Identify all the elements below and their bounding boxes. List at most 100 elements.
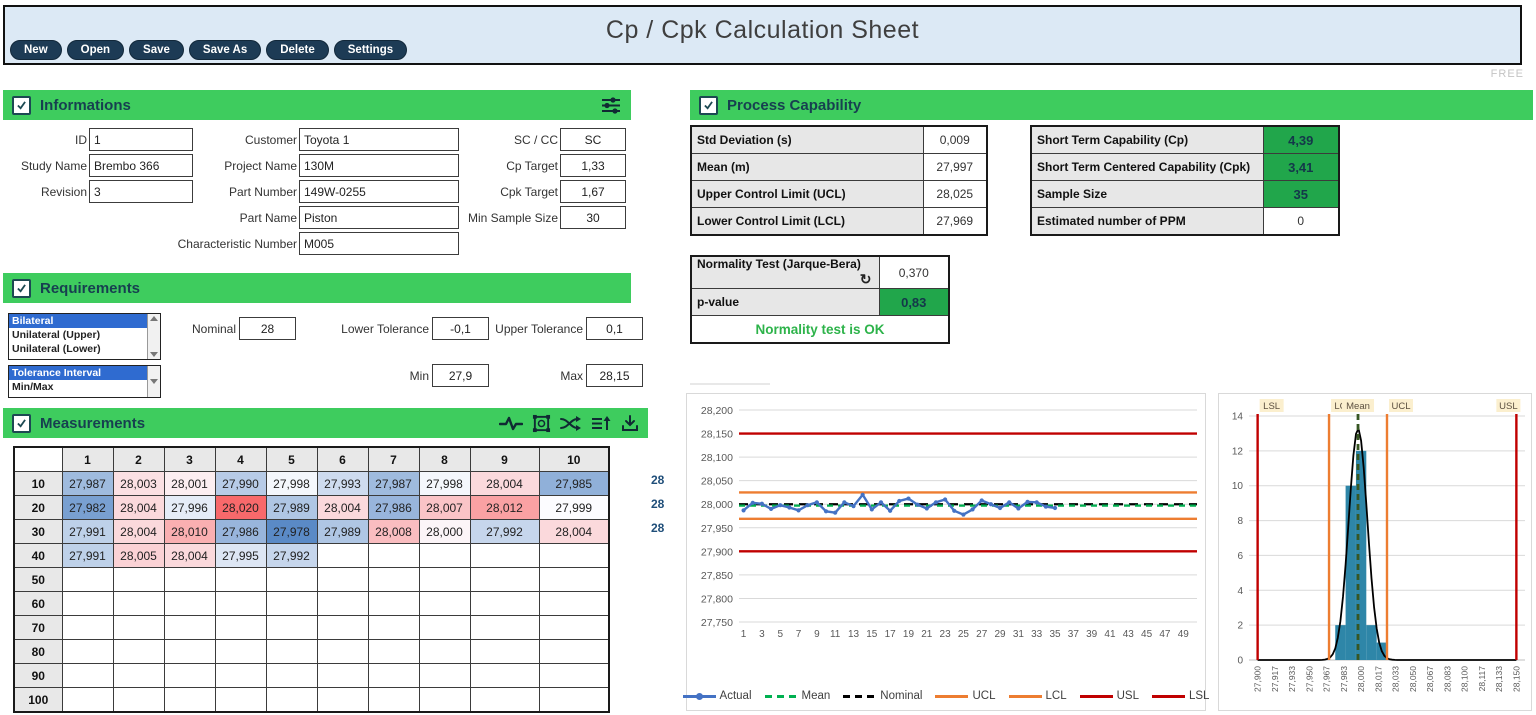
measurement-cell[interactable]: [368, 664, 419, 688]
measurement-cell[interactable]: [113, 664, 164, 688]
measurement-cell[interactable]: [215, 568, 266, 592]
sliders-icon[interactable]: [600, 96, 622, 115]
run-chart[interactable]: 28,20028,15028,10028,05028,00027,95027,9…: [686, 393, 1206, 711]
measurement-cell[interactable]: [368, 616, 419, 640]
measurement-cell[interactable]: [215, 664, 266, 688]
measurement-cell[interactable]: 28,000: [419, 520, 470, 544]
measurement-cell[interactable]: [419, 544, 470, 568]
measurement-cell[interactable]: [539, 592, 609, 616]
save-as-button[interactable]: Save As: [189, 40, 261, 60]
measurement-cell[interactable]: [368, 688, 419, 713]
measurement-cell[interactable]: [113, 592, 164, 616]
measurement-cell[interactable]: [539, 616, 609, 640]
measurement-cell[interactable]: 28,004: [113, 520, 164, 544]
measurement-cell[interactable]: 28,012: [470, 496, 539, 520]
measurement-cell[interactable]: [62, 640, 113, 664]
input[interactable]: 149W-0255: [299, 180, 459, 203]
measurement-cell[interactable]: [368, 544, 419, 568]
measurement-cell[interactable]: [368, 592, 419, 616]
measurement-cell[interactable]: [368, 568, 419, 592]
measurement-cell[interactable]: [539, 568, 609, 592]
scroll-up-icon[interactable]: [150, 316, 158, 321]
measurement-cell[interactable]: 27,991: [62, 544, 113, 568]
measurement-cell[interactable]: 27,985: [539, 472, 609, 496]
list-option-unilateral-lower-[interactable]: Unilateral (Lower): [9, 342, 147, 356]
frame-icon[interactable]: [532, 414, 551, 433]
input[interactable]: Piston: [299, 206, 459, 229]
measurement-cell[interactable]: [539, 664, 609, 688]
measurement-cell[interactable]: [266, 568, 317, 592]
measurement-cell[interactable]: [266, 616, 317, 640]
measurement-cell[interactable]: [215, 688, 266, 713]
measurement-cell[interactable]: [317, 664, 368, 688]
measurement-cell[interactable]: [113, 616, 164, 640]
measurement-cell[interactable]: [317, 688, 368, 713]
measurement-cell[interactable]: 28,004: [113, 496, 164, 520]
scroll-down-icon[interactable]: [150, 352, 158, 357]
measurement-cell[interactable]: [164, 688, 215, 713]
measurement-cell[interactable]: [419, 616, 470, 640]
list-option-min-max[interactable]: Min/Max: [9, 380, 147, 394]
measurement-cell[interactable]: [368, 640, 419, 664]
measurement-cell[interactable]: [539, 544, 609, 568]
measurement-cell[interactable]: 28,003: [113, 472, 164, 496]
refresh-icon[interactable]: ↻: [860, 271, 872, 288]
input[interactable]: SC: [560, 128, 626, 151]
input[interactable]: 30: [560, 206, 626, 229]
measurement-cell[interactable]: 28,004: [470, 472, 539, 496]
new-button[interactable]: New: [10, 40, 62, 60]
measurement-cell[interactable]: [62, 568, 113, 592]
input[interactable]: Toyota 1: [299, 128, 459, 151]
measurement-cell[interactable]: [419, 592, 470, 616]
measurement-cell[interactable]: [62, 616, 113, 640]
measurement-cell[interactable]: [317, 640, 368, 664]
measurement-cell[interactable]: 27,993: [317, 472, 368, 496]
measurement-cell[interactable]: 27,989: [266, 496, 317, 520]
input[interactable]: 1,67: [560, 180, 626, 203]
measurement-cell[interactable]: 28,005: [113, 544, 164, 568]
measurement-cell[interactable]: 28,010: [164, 520, 215, 544]
histogram-chart[interactable]: 02468101214LSLLCLMeanUCLUSL27,90027,9172…: [1218, 393, 1532, 711]
activity-icon[interactable]: [499, 415, 523, 432]
measurement-cell[interactable]: [419, 664, 470, 688]
measurement-cell[interactable]: [113, 688, 164, 713]
measurement-cell[interactable]: [470, 664, 539, 688]
checked-checkbox-icon[interactable]: [12, 414, 31, 433]
measurement-cell[interactable]: 27,992: [266, 544, 317, 568]
save-button[interactable]: Save: [129, 40, 184, 60]
open-button[interactable]: Open: [67, 40, 124, 60]
measurement-cell[interactable]: [266, 664, 317, 688]
measurement-cell[interactable]: [62, 592, 113, 616]
measurement-cell[interactable]: [164, 640, 215, 664]
measurement-cell[interactable]: [164, 568, 215, 592]
measurement-cell[interactable]: [470, 592, 539, 616]
list-option-unilateral-upper-[interactable]: Unilateral (Upper): [9, 328, 147, 342]
measurement-cell[interactable]: [215, 592, 266, 616]
measurement-cell[interactable]: 28,007: [419, 496, 470, 520]
list-option-bilateral[interactable]: Bilateral: [9, 314, 147, 328]
max-input[interactable]: 28,15: [586, 364, 643, 387]
measurement-cell[interactable]: [215, 616, 266, 640]
measurement-cell[interactable]: [317, 544, 368, 568]
checked-checkbox-icon[interactable]: [12, 279, 31, 298]
measurement-cell[interactable]: [164, 616, 215, 640]
measurement-cell[interactable]: [539, 688, 609, 713]
measurement-cell[interactable]: [419, 688, 470, 713]
measurement-cell[interactable]: [317, 616, 368, 640]
measurement-cell[interactable]: [470, 544, 539, 568]
delete-button[interactable]: Delete: [266, 40, 329, 60]
upper-tolerance-input[interactable]: 0,1: [586, 317, 643, 340]
measurement-cell[interactable]: [266, 592, 317, 616]
measurement-cell[interactable]: [470, 616, 539, 640]
measurement-cell[interactable]: 28,004: [539, 520, 609, 544]
input[interactable]: 1,33: [560, 154, 626, 177]
measurement-cell[interactable]: [470, 688, 539, 713]
measurement-cell[interactable]: [62, 688, 113, 713]
measurement-cell[interactable]: 27,989: [317, 520, 368, 544]
measurement-cell[interactable]: [113, 568, 164, 592]
measurement-cell[interactable]: 27,991: [62, 520, 113, 544]
measurement-cell[interactable]: 27,995: [215, 544, 266, 568]
measurement-cell[interactable]: [317, 592, 368, 616]
measurement-cell[interactable]: [215, 640, 266, 664]
import-icon[interactable]: [621, 415, 639, 432]
